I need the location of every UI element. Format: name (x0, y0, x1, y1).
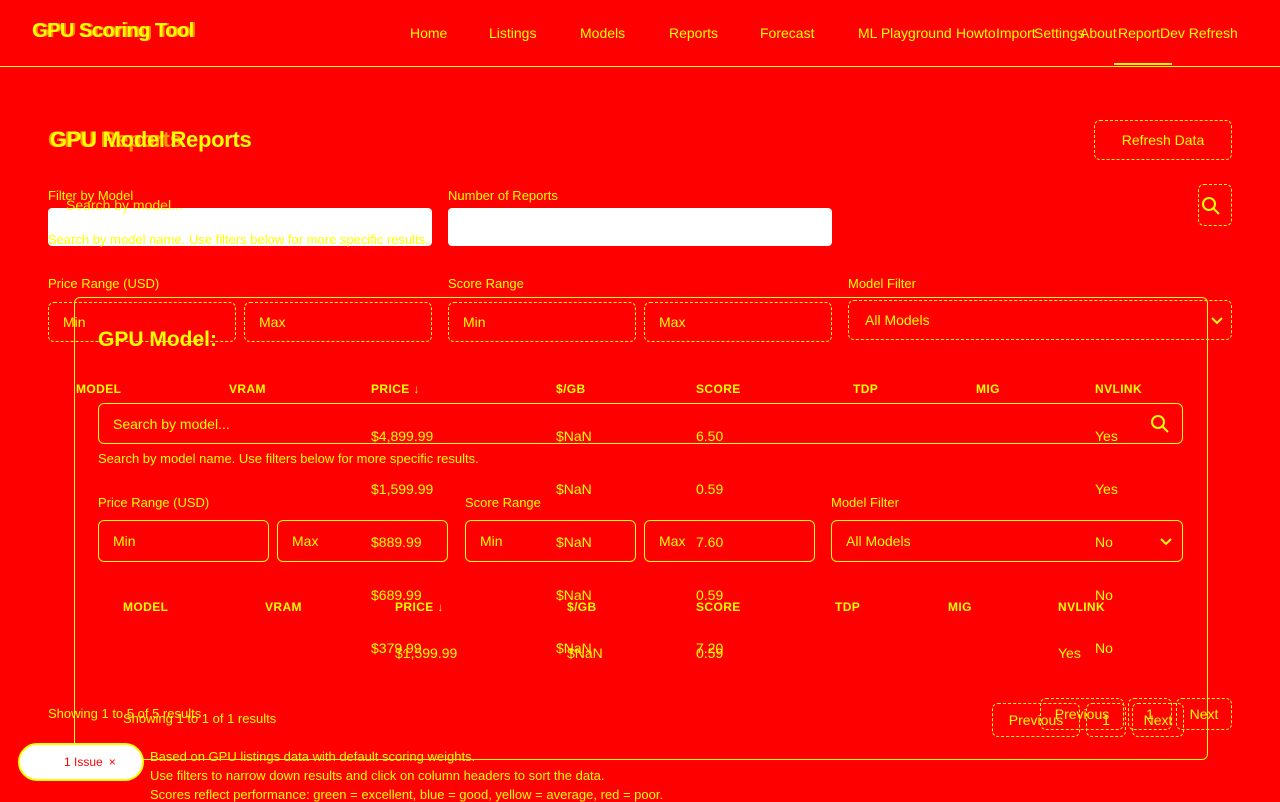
modal-row-score: 0.59 (696, 645, 724, 661)
chevron-down-icon (1160, 538, 1172, 546)
nav-reports[interactable]: Reports (669, 25, 718, 41)
modal-col-nvlink[interactable]: NVLINK (1058, 600, 1105, 614)
nav-import[interactable]: Import (996, 25, 1036, 41)
modal-price-max-placeholder: Max (292, 533, 319, 549)
modal-model-filter-value: All Models (846, 533, 911, 549)
number-of-reports-label: Number of Reports (448, 188, 558, 203)
chevron-down-icon (1211, 317, 1223, 325)
bg-model-filter-label: Model Filter (848, 276, 916, 291)
modal-page-1-button[interactable]: 1 (1086, 703, 1126, 737)
modal-score-max-placeholder: Max (659, 533, 686, 549)
modal-model-filter-label: Model Filter (831, 495, 899, 510)
modal-price-max-input[interactable]: Max (277, 520, 448, 562)
issues-label: 1 Issue (64, 755, 103, 769)
modal-model-filter-select[interactable]: All Models (831, 520, 1183, 562)
gpu-model-modal: GPU Model: Search by model... Search by … (74, 297, 1208, 760)
brand-logo-text[interactable]: GPU Scoring Tool (32, 20, 194, 43)
refresh-data-label: Refresh Data (1121, 132, 1205, 148)
modal-previous-button[interactable]: Previous (992, 703, 1080, 737)
nav-active-underline (1114, 63, 1172, 65)
search-icon (1151, 415, 1169, 433)
modal-row-nvlink: Yes (1058, 645, 1081, 661)
issues-badge[interactable]: 1 Issue × (18, 743, 144, 781)
bg-price-range-label: Price Range (USD) (48, 276, 160, 291)
modal-col-tdp[interactable]: TDP (835, 600, 860, 614)
modal-search-help: Search by model name. Use filters below … (98, 451, 479, 466)
bg-search-button[interactable] (1198, 184, 1232, 226)
modal-showing-results: Showing 1 to 1 of 1 results (123, 711, 277, 726)
modal-col-model[interactable]: MODEL (123, 600, 168, 614)
modal-col-vram[interactable]: VRAM (265, 600, 302, 614)
refresh-data-button[interactable]: Refresh Data (1094, 120, 1232, 160)
nav-settings[interactable]: Settings (1034, 25, 1085, 41)
nav-ml-playground[interactable]: ML Playground (858, 25, 952, 41)
modal-previous-label: Previous (1008, 712, 1064, 728)
modal-score-min-placeholder: Min (480, 533, 503, 549)
modal-price-min-placeholder: Min (113, 533, 136, 549)
nav-about[interactable]: About (1080, 25, 1117, 41)
page-title: GPU Model Reports (50, 127, 252, 152)
modal-score-max-input[interactable]: Max (644, 520, 815, 562)
number-of-reports-input[interactable] (448, 208, 832, 246)
nav-home[interactable]: Home (410, 25, 447, 41)
modal-price-min-input[interactable]: Min (98, 520, 269, 562)
footer-note-2: Use filters to narrow down results and c… (150, 768, 605, 783)
modal-price-range-label: Price Range (USD) (98, 495, 210, 510)
bg-score-range-label: Score Range (448, 276, 524, 291)
nav-listings[interactable]: Listings (489, 25, 536, 41)
modal-search-input[interactable]: Search by model... (98, 403, 1183, 444)
nav-models[interactable]: Models (580, 25, 625, 41)
modal-title: GPU Model: (98, 328, 217, 351)
modal-col-score[interactable]: SCORE (696, 600, 741, 614)
bg-search-help: Search by model name. Use filters below … (48, 232, 429, 247)
nav-report[interactable]: Report (1118, 25, 1160, 41)
search-icon (1202, 197, 1220, 215)
modal-search-placeholder: Search by model... (113, 415, 230, 432)
close-icon[interactable]: × (109, 755, 116, 769)
modal-row-per-gb: $NaN (567, 645, 603, 661)
modal-row-price: $1,599.99 (395, 645, 458, 661)
modal-score-min-input[interactable]: Min (465, 520, 636, 562)
nav-howto[interactable]: Howto (956, 25, 996, 41)
modal-col-mig[interactable]: MIG (948, 600, 972, 614)
nav-dev-refresh[interactable]: Dev Refresh (1160, 25, 1238, 41)
modal-col-price[interactable]: PRICE ↓ (395, 600, 444, 614)
modal-col-per-gb[interactable]: $/GB (567, 600, 597, 614)
modal-next-label: Next (1143, 712, 1173, 728)
top-navbar: GPU Scoring Tool GPU Scoring Tool Home L… (0, 0, 1280, 67)
modal-score-range-label: Score Range (465, 495, 541, 510)
modal-page-1-label: 1 (1102, 712, 1110, 728)
nav-forecast[interactable]: Forecast (760, 25, 814, 41)
modal-next-button[interactable]: Next (1132, 703, 1184, 737)
bg-search-placeholder: Search by model... (66, 197, 183, 213)
